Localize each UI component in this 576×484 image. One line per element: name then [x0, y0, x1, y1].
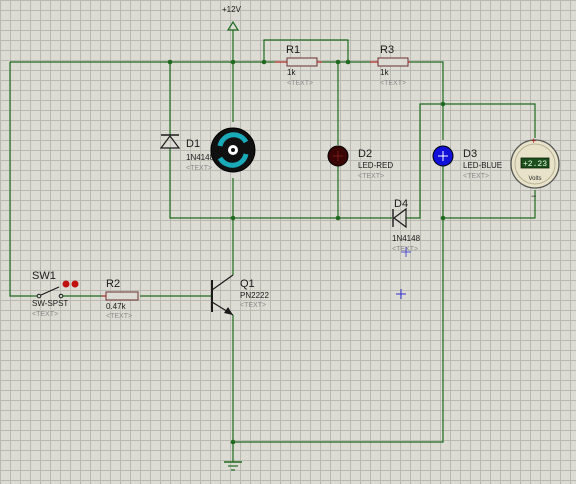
r3-value: 1k	[380, 68, 389, 77]
sw1-value: SW-SPST	[32, 299, 68, 308]
d1-text: <TEXT>	[186, 165, 212, 172]
switch-sw1[interactable]: SW1 SW-SPST <TEXT>	[32, 270, 79, 318]
q1-value: PN2222	[240, 291, 269, 300]
r2-ref: R2	[106, 278, 120, 290]
sw1-ref: SW1	[32, 270, 56, 282]
resistor-r2[interactable]: R2 0.47k <TEXT>	[102, 278, 139, 320]
motor-m1[interactable]	[210, 127, 256, 173]
d1-ref: D1	[186, 138, 200, 150]
wires	[9, 30, 536, 462]
resistor-r1[interactable]: R1 1k <TEXT>	[275, 44, 322, 87]
voltmeter-minus: −	[531, 191, 536, 201]
resistor-r3[interactable]: R3 1k <TEXT>	[370, 44, 410, 87]
d3-text: <TEXT>	[463, 173, 489, 180]
switch-toggle-button[interactable]	[62, 280, 70, 288]
diode-d1[interactable]: D1 1N4148 <TEXT>	[159, 134, 215, 172]
voltmeter-plus: +	[531, 136, 536, 146]
d3-ref: D3	[463, 148, 477, 160]
q1-ref: Q1	[240, 278, 255, 290]
schematic-canvas: +12V R1 1k <TEXT> R3 1k <TEXT> R2 0.47k …	[9, 5, 560, 471]
voltmeter-unit: Volts	[528, 176, 541, 182]
r1-ref: R1	[286, 44, 300, 56]
r1-text: <TEXT>	[287, 80, 313, 87]
diode-d4[interactable]: D4 1N4148 <TEXT>	[392, 198, 421, 253]
switch-toggle-button-2[interactable]	[71, 280, 79, 288]
power-label: +12V	[222, 5, 242, 14]
voltmeter-reading: +2.23	[523, 160, 547, 169]
d2-value: LED-RED	[358, 161, 393, 170]
r2-value: 0.47k	[106, 302, 127, 311]
power-terminal-icon	[226, 20, 240, 31]
crosshair-cursor-icon	[396, 289, 406, 299]
motor-icon	[210, 127, 256, 173]
voltmeter[interactable]: +2.23 Volts + −	[510, 136, 560, 201]
r3-text: <TEXT>	[380, 80, 406, 87]
r3-ref: R3	[380, 44, 394, 56]
r1-value: 1k	[287, 68, 296, 77]
transistor-q1[interactable]: Q1 PN2222 <TEXT>	[211, 274, 269, 316]
d4-value: 1N4148	[392, 234, 421, 243]
ground-symbol[interactable]	[224, 461, 242, 471]
sw1-text: <TEXT>	[32, 311, 58, 318]
d1-value: 1N4148	[186, 153, 215, 162]
d4-ref: D4	[394, 198, 408, 210]
d3-value: LED-BLUE	[463, 161, 502, 170]
d2-text: <TEXT>	[358, 173, 384, 180]
q1-text: <TEXT>	[240, 302, 266, 309]
ground-icon	[224, 461, 242, 471]
power-terminal[interactable]: +12V	[222, 5, 242, 31]
r2-text: <TEXT>	[106, 313, 132, 320]
d2-ref: D2	[358, 148, 372, 160]
